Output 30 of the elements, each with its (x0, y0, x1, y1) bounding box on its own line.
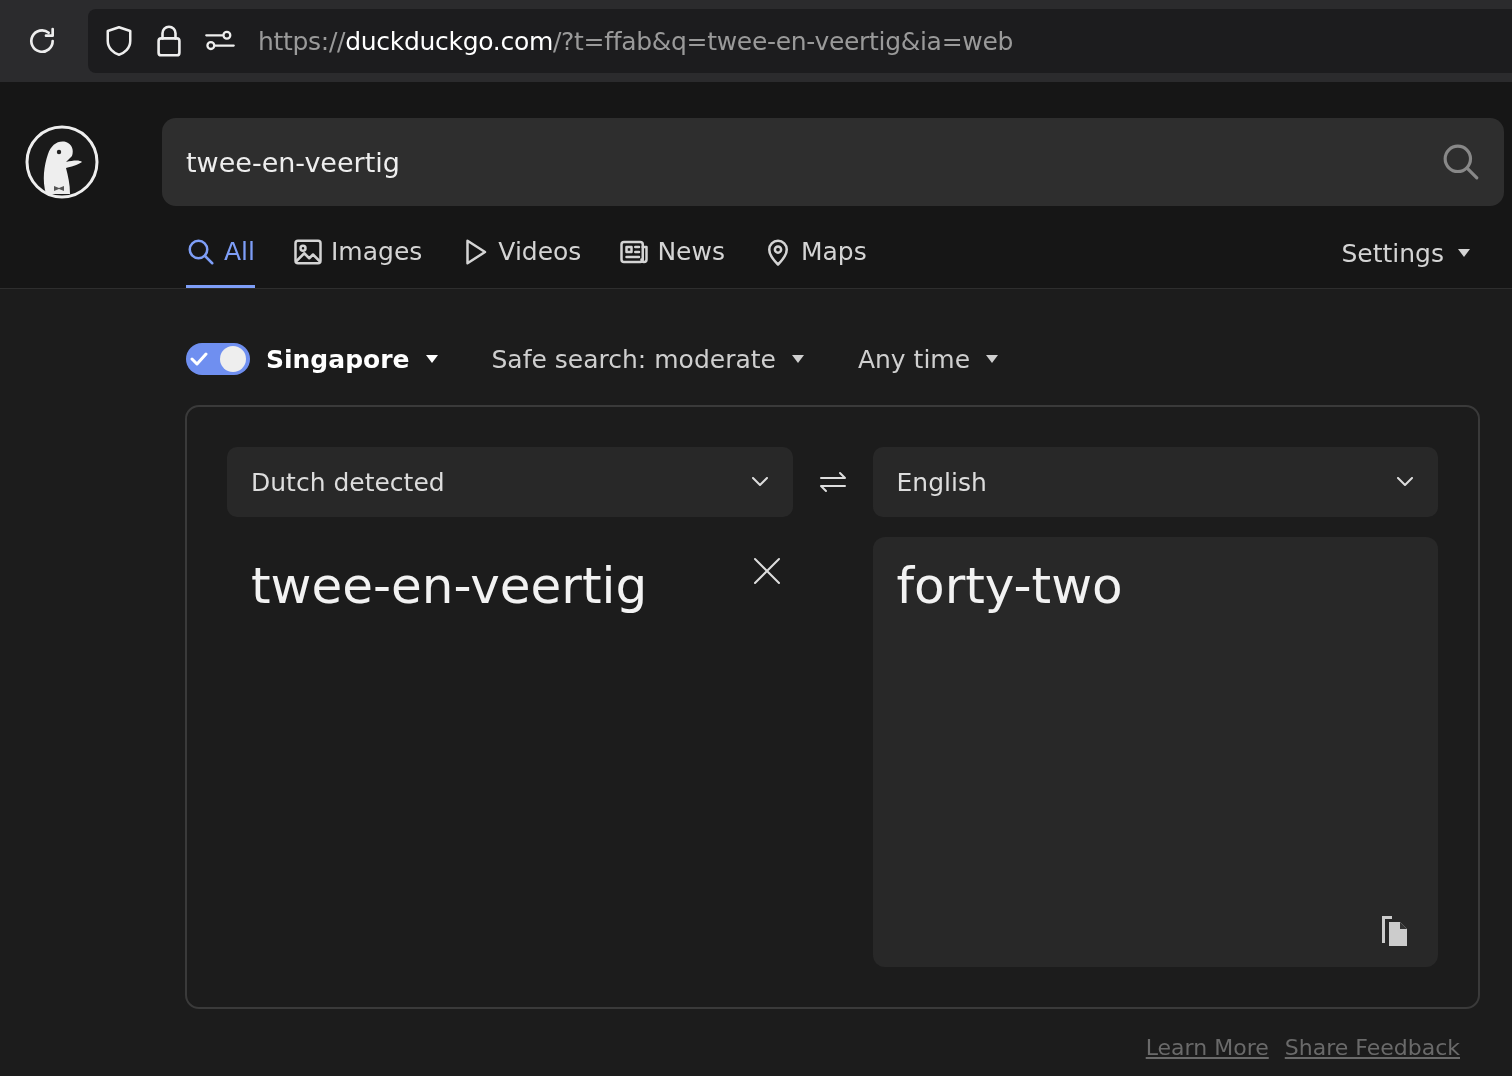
nav-tab[interactable]: All (186, 218, 255, 288)
translated-text: forty-two (896, 557, 1123, 615)
source-text[interactable]: twee-en-veertig (251, 557, 648, 615)
nav-tab[interactable]: Images (293, 218, 423, 288)
search-field[interactable]: twee-en-veertig (162, 118, 1504, 206)
caret-icon (986, 355, 999, 363)
nav-tab[interactable]: News (619, 218, 725, 288)
caret-icon (1458, 249, 1470, 257)
close-icon (752, 557, 781, 585)
caret-icon (791, 355, 804, 363)
target-language-select[interactable]: English (872, 447, 1438, 517)
sliders-icon[interactable] (204, 29, 236, 53)
duck-logo[interactable] (24, 124, 100, 200)
shield-icon[interactable] (104, 24, 134, 58)
search-icon[interactable] (1442, 143, 1480, 181)
nav-tab[interactable]: Videos (460, 218, 582, 288)
caret-icon (425, 355, 438, 363)
settings-menu[interactable]: Settings (1335, 237, 1476, 269)
source-language-select[interactable]: Dutch detected (227, 447, 793, 517)
nav-tab[interactable]: Maps (762, 218, 867, 288)
check-icon (190, 352, 208, 366)
region-toggle[interactable] (186, 343, 250, 375)
filter-dropdown[interactable]: Safe search: moderate (491, 344, 804, 374)
swap-icon (817, 470, 848, 494)
chevron-down-icon (1396, 477, 1414, 487)
copy-icon (1380, 914, 1410, 948)
filter-dropdown[interactable]: Any time (857, 344, 999, 374)
region-dropdown[interactable]: Singapore (266, 344, 438, 374)
lock-icon[interactable] (156, 24, 182, 58)
chevron-down-icon (750, 477, 769, 487)
